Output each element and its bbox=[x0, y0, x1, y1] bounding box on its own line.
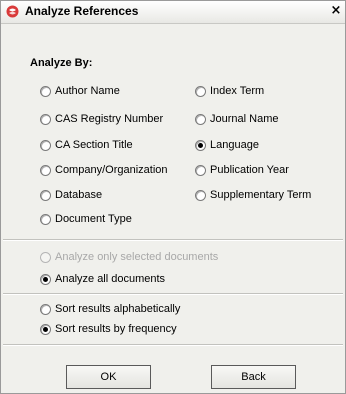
radio-journal-name[interactable]: Journal Name bbox=[195, 111, 278, 127]
radio-label: CAS Registry Number bbox=[55, 113, 164, 125]
radio-label: Sort results by frequency bbox=[55, 323, 177, 335]
radio-label: Publication Year bbox=[210, 164, 289, 176]
radio-circle bbox=[40, 213, 51, 225]
radio-document-type[interactable]: Document Type bbox=[40, 211, 132, 227]
radio-index-term[interactable]: Index Term bbox=[195, 83, 264, 99]
radio-cas-registry-number[interactable]: CAS Registry Number bbox=[40, 111, 163, 127]
radio-supplementary-term[interactable]: Supplementary Term bbox=[195, 187, 311, 203]
radio-label: Document Type bbox=[55, 213, 132, 225]
radio-label: Database bbox=[55, 189, 103, 201]
radio-circle bbox=[195, 113, 206, 125]
analyze-references-dialog: Analyze References × Analyze By: Author … bbox=[0, 0, 346, 394]
radio-label: Analyze only selected documents bbox=[55, 251, 219, 263]
radio-label: Supplementary Term bbox=[210, 189, 312, 201]
radio-circle bbox=[40, 303, 51, 315]
cas-logo-icon bbox=[6, 5, 19, 18]
radio-circle bbox=[40, 273, 51, 285]
radio-label: Company/Organization bbox=[55, 164, 168, 176]
radio-label: Journal Name bbox=[210, 113, 279, 125]
separator bbox=[3, 239, 343, 241]
radio-author-name[interactable]: Author Name bbox=[40, 83, 120, 99]
radio-circle bbox=[195, 164, 206, 176]
radio-ca-section-title[interactable]: CA Section Title bbox=[40, 137, 133, 153]
radio-circle bbox=[40, 323, 51, 335]
radio-circle bbox=[40, 164, 51, 176]
radio-analyze-all-documents[interactable]: Analyze all documents bbox=[40, 271, 165, 287]
radio-company-organization[interactable]: Company/Organization bbox=[40, 162, 168, 178]
title-bar[interactable]: Analyze References × bbox=[1, 1, 345, 24]
analyze-by-heading: Analyze By: bbox=[30, 57, 93, 69]
radio-circle bbox=[40, 113, 51, 125]
radio-language[interactable]: Language bbox=[195, 137, 259, 153]
radio-label: Analyze all documents bbox=[55, 273, 166, 285]
radio-circle bbox=[195, 139, 206, 151]
radio-circle bbox=[40, 85, 51, 97]
separator bbox=[3, 293, 343, 295]
radio-label: Index Term bbox=[210, 85, 265, 97]
radio-circle bbox=[40, 139, 51, 151]
radio-label: CA Section Title bbox=[55, 139, 133, 151]
ok-button[interactable]: OK bbox=[66, 365, 151, 389]
radio-database[interactable]: Database bbox=[40, 187, 102, 203]
radio-circle bbox=[195, 189, 206, 201]
radio-label: Sort results alphabetically bbox=[55, 303, 181, 315]
radio-circle bbox=[195, 85, 206, 97]
radio-label: Language bbox=[210, 139, 259, 151]
radio-sort-alphabetically[interactable]: Sort results alphabetically bbox=[40, 301, 180, 317]
radio-label: Author Name bbox=[55, 85, 120, 97]
radio-circle bbox=[40, 189, 51, 201]
radio-sort-by-frequency[interactable]: Sort results by frequency bbox=[40, 321, 177, 337]
radio-circle bbox=[40, 251, 51, 263]
close-icon[interactable]: × bbox=[329, 3, 343, 19]
radio-publication-year[interactable]: Publication Year bbox=[195, 162, 289, 178]
back-button[interactable]: Back bbox=[211, 365, 296, 389]
radio-analyze-selected-documents: Analyze only selected documents bbox=[40, 249, 218, 265]
separator bbox=[3, 344, 343, 346]
window-title: Analyze References bbox=[25, 4, 139, 18]
